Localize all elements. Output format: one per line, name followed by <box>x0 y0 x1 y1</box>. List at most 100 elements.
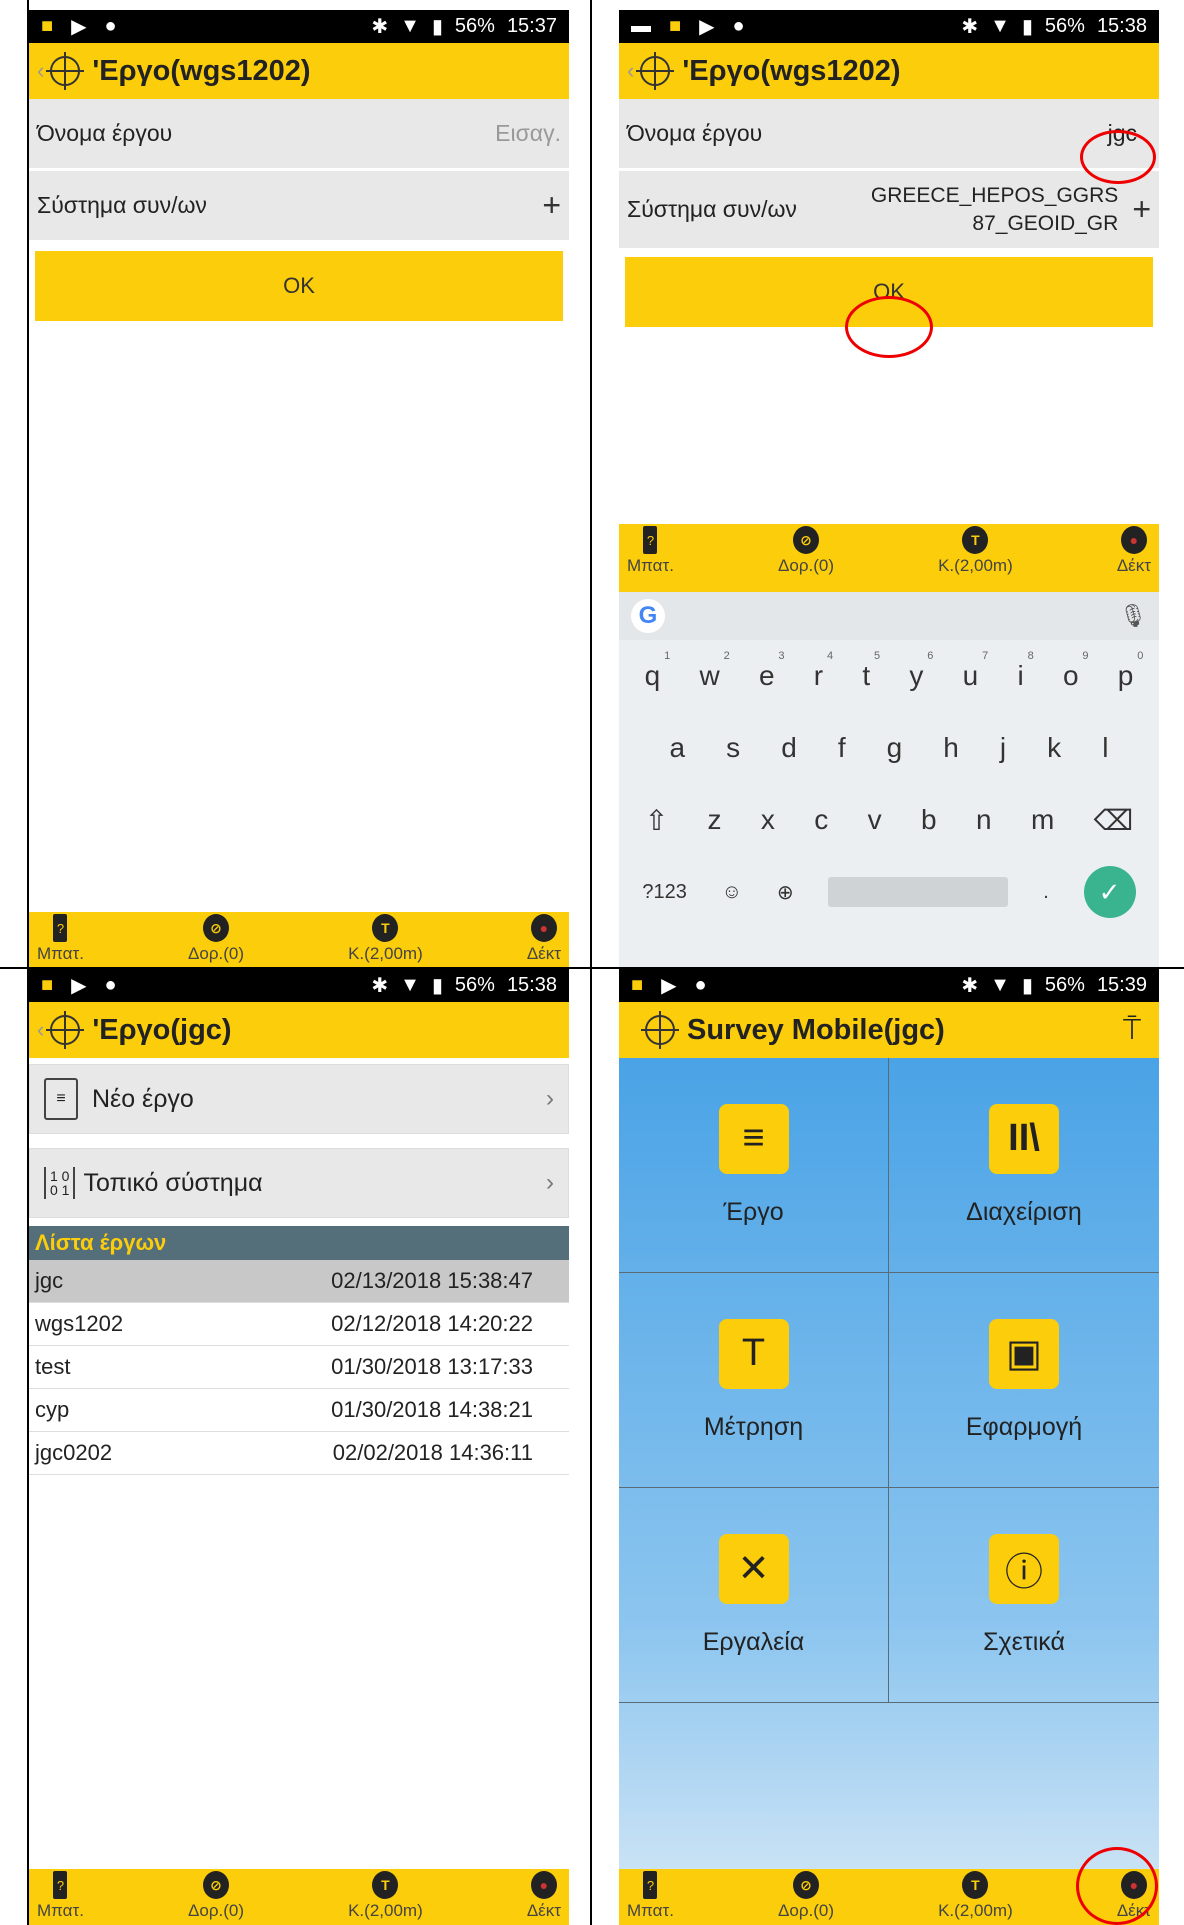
rod-height-status[interactable]: T Κ.(2,00m) <box>348 914 423 966</box>
period-key[interactable]: . <box>1043 881 1049 904</box>
key[interactable]: x <box>761 804 775 836</box>
tile-tools[interactable]: ✕ Εργαλεία <box>619 1488 889 1703</box>
app-bar: ‹ 'Εργο(wgs1202) <box>619 43 1159 99</box>
clock: 15:39 <box>1096 974 1147 996</box>
bottom-status-bar: ? Μπατ. ⊘ Δορ.(0) T Κ.(2,00m) ● Δέκτ <box>29 912 569 968</box>
enter-key-icon[interactable]: ✓ <box>1083 866 1136 918</box>
add-icon[interactable]: + <box>542 187 561 224</box>
satellite-status[interactable]: ⊘ Δορ.(0) <box>778 1871 834 1923</box>
tile-survey[interactable]: T Μέτρηση <box>619 1273 889 1488</box>
key[interactable]: o9 <box>1063 650 1089 692</box>
key[interactable]: t5 <box>862 650 880 692</box>
project-row[interactable]: cyp 01/30/2018 14:38:21 <box>29 1389 569 1432</box>
google-icon[interactable]: G <box>631 599 665 633</box>
receiver-status[interactable]: ● Δέκτ <box>527 1871 561 1923</box>
globe-key-icon[interactable]: ⊕ <box>777 880 794 905</box>
key[interactable]: l <box>1102 732 1108 764</box>
key[interactable]: q1 <box>645 650 671 692</box>
rod-height-status[interactable]: T Κ.(2,00m) <box>938 526 1013 590</box>
rod-height-status[interactable]: T Κ.(2,00m) <box>938 1871 1013 1923</box>
panel-home: ■ ▶ ● ✱ ▼ ▮ 56% 15:39 Survey Mobile(jgc) ⍑ ≡ Έρ… <box>619 969 1159 1925</box>
panel-new-project: ■ ▶ ● ✱ ▼ ▮ 56% 15:37 ‹ 'Εργο(wgs1202) Όνομα έ… <box>29 10 569 968</box>
back-icon[interactable]: ‹ <box>37 1017 44 1043</box>
home-grid: ≡ Έργο II\ Διαχείριση T Μέτρηση ▣ Εφαρμογή ✕… <box>619 1058 1159 1869</box>
battery-status-icon: ? <box>643 526 658 554</box>
satellite-icon: ⊘ <box>203 914 229 942</box>
space-key[interactable] <box>828 877 1009 907</box>
coord-system-value[interactable]: GREECE_HEPOS_GGRS 87_GEOID_GR <box>871 182 1118 238</box>
key[interactable]: u7 <box>963 650 989 692</box>
key[interactable]: j <box>1000 732 1006 764</box>
key[interactable]: m <box>1031 804 1054 836</box>
coord-system-label: Σύστημα συν/ων <box>37 192 207 218</box>
project-row[interactable]: jgc0202 02/02/2018 14:36:11 <box>29 1432 569 1475</box>
battery-status[interactable]: ? Μπατ. <box>37 1871 84 1923</box>
satellite-status[interactable]: ⊘ Δορ.(0) <box>188 1871 244 1923</box>
mic-icon[interactable]: 🎙 <box>1119 603 1147 629</box>
key[interactable]: i8 <box>1017 650 1033 692</box>
notification-icon: ■ <box>669 15 682 37</box>
coord-system-label: Σύστημα συν/ων <box>627 196 797 222</box>
key[interactable]: e3 <box>759 650 785 692</box>
key[interactable]: v <box>868 804 882 836</box>
gnss-receiver-icon[interactable]: ⍑ <box>1123 1013 1141 1047</box>
tile-stakeout[interactable]: ▣ Εφαρμογή <box>889 1273 1159 1488</box>
pin-icon: ● <box>104 15 117 37</box>
key[interactable]: z <box>708 804 722 836</box>
key[interactable]: g <box>887 732 903 764</box>
tile-about[interactable]: ⓘ Σχετικά <box>889 1488 1159 1703</box>
battery-status[interactable]: ? Μπατ. <box>627 1871 674 1923</box>
key[interactable]: f <box>838 732 846 764</box>
key[interactable]: p0 <box>1118 650 1144 692</box>
key[interactable]: s <box>726 732 740 764</box>
bluetooth-icon: ✱ <box>961 975 979 997</box>
coord-system-field[interactable]: Σύστημα συν/ων GREECE_HEPOS_GGRS 87_GEOID… <box>619 171 1159 251</box>
shift-key-icon[interactable]: ⇧ <box>645 804 668 837</box>
new-project-item[interactable]: ≡ Νέο έργο › <box>29 1064 569 1134</box>
ok-button[interactable]: OK <box>35 251 563 321</box>
app-bar: ‹ 'Εργο(wgs1202) <box>29 43 569 99</box>
back-icon[interactable]: ‹ <box>37 58 44 84</box>
local-system-item[interactable]: 1 00 1 Τοπικό σύστημα › <box>29 1148 569 1218</box>
status-bar: ■ ▶ ● ✱ ▼ ▮ 56% 15:39 <box>619 969 1159 1002</box>
bottom-status-bar: ? Μπατ. ⊘ Δορ.(0) T Κ.(2,00m) ● Δέκτ <box>29 1869 569 1925</box>
project-name-field[interactable]: Όνομα έργου jgc <box>619 99 1159 171</box>
satellite-status[interactable]: ⊘ Δορ.(0) <box>188 914 244 966</box>
key[interactable]: a <box>670 732 686 764</box>
satellite-status[interactable]: ⊘ Δορ.(0) <box>778 526 834 590</box>
backspace-key-icon[interactable]: ⌫ <box>1094 804 1134 837</box>
key[interactable]: d <box>781 732 797 764</box>
send-icon: ▶ <box>71 16 87 38</box>
key[interactable]: k <box>1047 732 1061 764</box>
project-name-field[interactable]: Όνομα έργου Εισαγ. <box>29 99 569 171</box>
battery-status-icon: ? <box>53 1871 68 1899</box>
coord-system-field[interactable]: Σύστημα συν/ων + <box>29 171 569 243</box>
page-title: Survey Mobile(jgc) <box>687 1013 945 1046</box>
key[interactable]: h <box>943 732 959 764</box>
project-row[interactable]: test 01/30/2018 13:17:33 <box>29 1346 569 1389</box>
battery-status[interactable]: ? Μπατ. <box>37 914 84 966</box>
tile-project[interactable]: ≡ Έργο <box>619 1058 889 1273</box>
back-icon[interactable]: ‹ <box>627 58 634 84</box>
receiver-status[interactable]: ● Δέκτ <box>1117 526 1151 590</box>
receiver-status[interactable]: ● Δέκτ <box>527 914 561 966</box>
project-name-input[interactable]: Εισαγ. <box>495 120 561 147</box>
key[interactable]: b <box>921 804 937 836</box>
tile-management[interactable]: II\ Διαχείριση <box>889 1058 1159 1273</box>
new-project-label: Νέο έργο <box>92 1084 194 1113</box>
emoji-key-icon[interactable]: ☺ <box>722 881 742 904</box>
battery-status[interactable]: ? Μπατ. <box>627 526 674 590</box>
key[interactable]: r4 <box>814 650 833 692</box>
key[interactable]: y6 <box>909 650 933 692</box>
key[interactable]: c <box>814 804 828 836</box>
chevron-right-icon: › <box>546 1169 554 1196</box>
symbols-key[interactable]: ?123 <box>642 881 687 904</box>
rod-height-status[interactable]: T Κ.(2,00m) <box>348 1871 423 1923</box>
key[interactable]: w2 <box>699 650 729 692</box>
project-row[interactable]: wgs1202 02/12/2018 14:20:22 <box>29 1303 569 1346</box>
highlight-ok-circle <box>845 296 933 358</box>
add-icon[interactable]: + <box>1132 191 1151 228</box>
key[interactable]: n <box>976 804 992 836</box>
project-row[interactable]: jgc 02/13/2018 15:38:47 <box>29 1260 569 1303</box>
status-bar: ■ ▶ ● ✱ ▼ ▮ 56% 15:37 <box>29 10 569 43</box>
